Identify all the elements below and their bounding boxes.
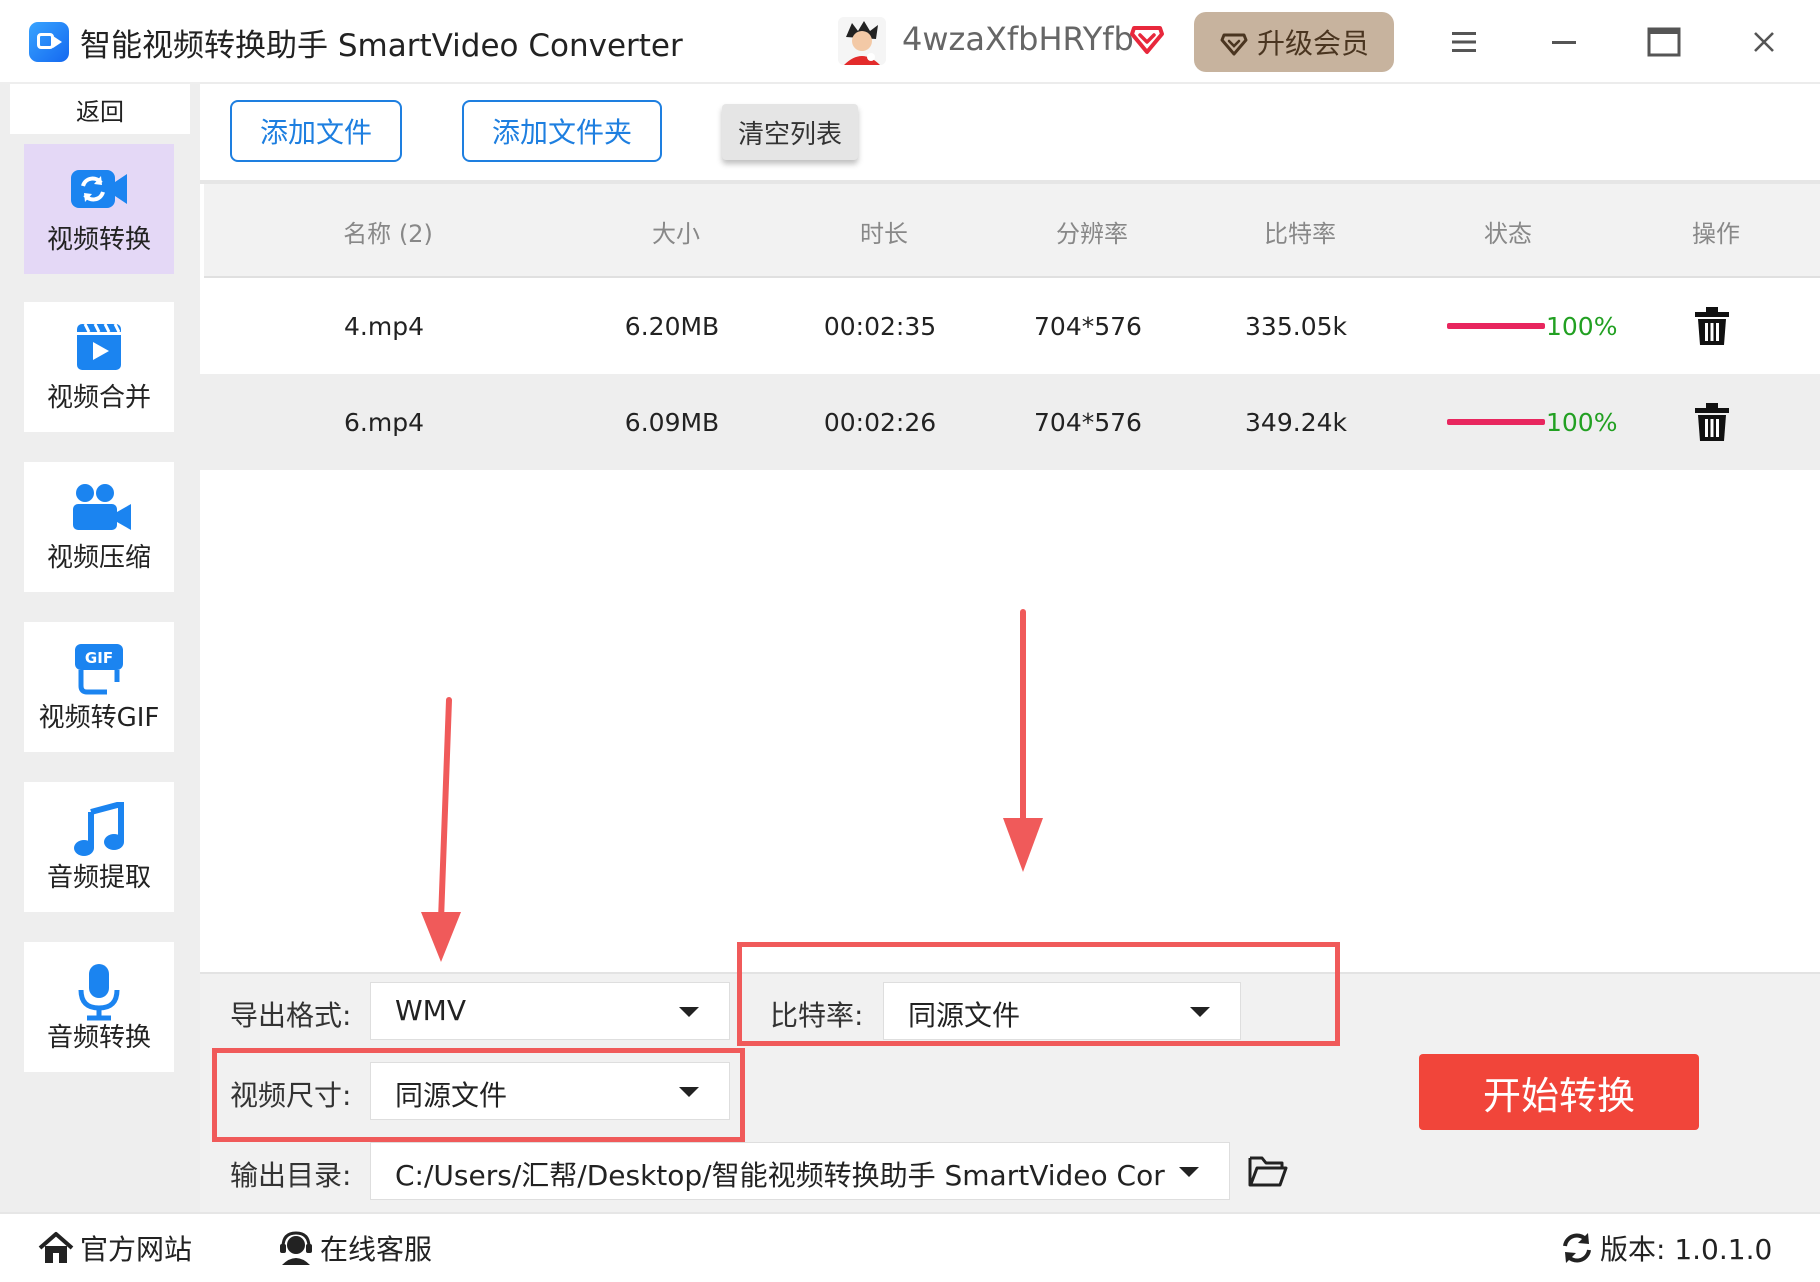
video-size-select[interactable]: 同源文件 — [370, 1062, 730, 1120]
online-service-link[interactable]: 在线客服 — [278, 1228, 432, 1268]
bitrate-label: 比特率: — [770, 999, 864, 1032]
annotation-arrowhead-format — [421, 912, 461, 962]
annotation-arrow-format — [438, 697, 452, 923]
version-label: 版本: 1.0.1.0 — [1600, 1233, 1773, 1266]
video-size-label: 视频尺寸: — [230, 1079, 352, 1112]
annotation-arrowhead-bitrate — [1003, 818, 1043, 872]
official-website-label: 官方网站 — [80, 1233, 193, 1266]
bitrate-select[interactable]: 同源文件 — [883, 982, 1241, 1040]
format-select[interactable]: WMV — [370, 982, 730, 1040]
online-service-label: 在线客服 — [320, 1233, 433, 1266]
refresh-icon — [1563, 1233, 1591, 1263]
version-info[interactable]: 版本: 1.0.1.0 — [1560, 1228, 1772, 1268]
official-website-link[interactable]: 官方网站 — [38, 1228, 192, 1268]
bitrate-value: 同源文件 — [908, 999, 1021, 1032]
home-icon — [38, 1232, 74, 1263]
video-size-value: 同源文件 — [395, 1079, 508, 1112]
chevron-down-icon — [679, 1007, 699, 1017]
folder-open-icon[interactable] — [1248, 1154, 1288, 1190]
output-dir-value: C:/Users/汇帮/Desktop/智能视频转换助手 SmartVideo … — [395, 1159, 1165, 1192]
chevron-down-icon — [1190, 1007, 1210, 1017]
chevron-down-icon — [1179, 1167, 1199, 1177]
footer — [0, 1212, 1820, 1282]
output-dir-label: 输出目录: — [230, 1159, 352, 1192]
format-label: 导出格式: — [230, 999, 352, 1032]
output-dir-select[interactable]: C:/Users/汇帮/Desktop/智能视频转换助手 SmartVideo … — [370, 1142, 1230, 1200]
headset-icon — [280, 1231, 312, 1265]
format-value: WMV — [395, 994, 466, 1027]
chevron-down-icon — [679, 1087, 699, 1097]
start-convert-button[interactable]: 开始转换 — [1419, 1054, 1699, 1130]
